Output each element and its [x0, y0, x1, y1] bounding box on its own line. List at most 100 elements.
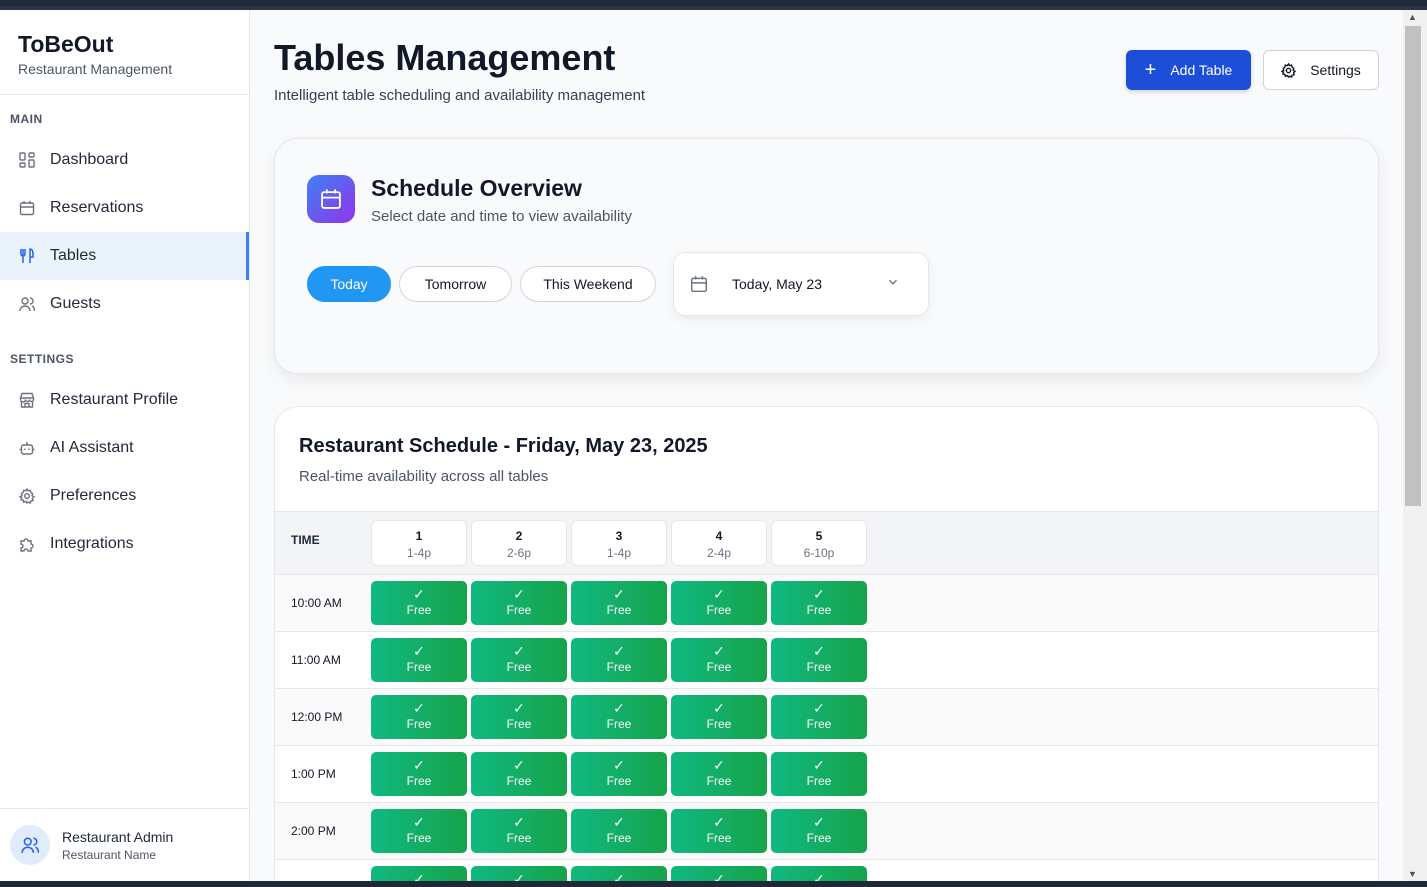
slot-status: Free	[506, 660, 532, 674]
table-number: 4	[715, 529, 723, 543]
calendar-icon	[690, 275, 708, 293]
slot-status: Free	[706, 660, 732, 674]
slot-free[interactable]: ✓Free	[371, 638, 467, 682]
slot-status: Free	[606, 774, 632, 788]
slot-free[interactable]: ✓Free	[771, 581, 867, 625]
slot-free[interactable]: ✓Free	[771, 695, 867, 739]
scrollbar[interactable]: ▲ ▼	[1403, 10, 1427, 881]
schedule-row: 2:00 PM ✓ Free ✓ Free ✓ Free ✓ Free ✓ Free	[275, 803, 1378, 860]
schedule-row: 12:00 PM ✓ Free ✓ Free ✓ Free ✓ Free ✓ Free	[275, 689, 1378, 746]
window-bottom-bar	[0, 881, 1427, 887]
slot-free[interactable]: ✓Free	[471, 638, 567, 682]
slot-status: Free	[706, 774, 732, 788]
users-icon	[21, 837, 39, 853]
scrollbar-thumb[interactable]	[1405, 26, 1421, 506]
check-icon: ✓	[713, 871, 725, 882]
slot-free[interactable]: ✓Free	[571, 695, 667, 739]
scroll-up-arrow-icon[interactable]: ▲	[1408, 12, 1417, 22]
avatar	[10, 825, 50, 865]
gear-icon	[1281, 62, 1297, 78]
window-top-bar	[0, 0, 1427, 10]
filter-tomorrow[interactable]: Tomorrow	[399, 266, 512, 302]
user-profile[interactable]: Restaurant Admin Restaurant Name	[0, 808, 249, 881]
check-icon: ✓	[413, 757, 425, 773]
slot-free[interactable]: ✓Free	[471, 695, 567, 739]
check-icon: ✓	[813, 814, 825, 830]
filter-this-weekend[interactable]: This Weekend	[520, 266, 656, 302]
check-icon: ✓	[413, 586, 425, 602]
slot-free[interactable]: ✓Free	[671, 695, 767, 739]
settings-label: Settings	[1310, 62, 1361, 78]
slot-free[interactable]: ✓Free	[771, 752, 867, 796]
slot-free[interactable]: ✓Free	[671, 581, 767, 625]
check-icon: ✓	[713, 586, 725, 602]
sidebar-item-preferences[interactable]: Preferences	[0, 472, 249, 520]
slot-free[interactable]: ✓Free	[771, 866, 867, 881]
slot-status: Free	[606, 717, 632, 731]
slot-status: Free	[806, 831, 832, 845]
schedule-overview-card: Schedule Overview Select date and time t…	[274, 138, 1379, 374]
slot-free[interactable]: ✓Free	[571, 752, 667, 796]
slot-free[interactable]: ✓Free	[571, 809, 667, 853]
sidebar-item-reservations[interactable]: Reservations	[0, 184, 249, 232]
slot-free[interactable]: ✓Free	[371, 866, 467, 881]
puzzle-icon	[18, 535, 36, 553]
table-hours: 6-10p	[803, 546, 835, 560]
slot-free[interactable]: ✓Free	[471, 581, 567, 625]
sidebar-item-guests[interactable]: Guests	[0, 280, 249, 328]
add-table-button[interactable]: + Add Table	[1126, 50, 1251, 90]
table-column-header: 1 1-4p	[371, 520, 467, 566]
check-icon: ✓	[813, 700, 825, 716]
slot-free[interactable]: ✓Free	[771, 809, 867, 853]
settings-button[interactable]: Settings	[1263, 50, 1379, 90]
slot-free[interactable]: ✓Free	[771, 638, 867, 682]
sidebar-item-dashboard[interactable]: Dashboard	[0, 136, 249, 184]
slot-free[interactable]: ✓Free	[371, 581, 467, 625]
slot-free[interactable]: ✓Free	[371, 809, 467, 853]
sidebar-item-restaurant-profile[interactable]: Restaurant Profile	[0, 376, 249, 424]
slot-status: Free	[606, 831, 632, 845]
table-column-header: 4 2-4p	[671, 520, 767, 566]
sidebar-item-label: Guests	[50, 295, 101, 312]
table-hours: 2-4p	[706, 546, 732, 560]
schedule-row: ✓Free ✓Free ✓Free ✓Free ✓Free	[275, 860, 1378, 881]
scroll-down-arrow-icon[interactable]: ▼	[1408, 869, 1417, 879]
sidebar-item-ai-assistant[interactable]: AI Assistant	[0, 424, 249, 472]
slot-free[interactable]: ✓Free	[371, 695, 467, 739]
check-icon: ✓	[813, 586, 825, 602]
table-hours: 2-6p	[506, 546, 532, 560]
check-icon: ✓	[813, 871, 825, 882]
page-title: Tables Management	[274, 37, 616, 78]
brand-subtitle: Restaurant Management	[18, 61, 173, 77]
check-icon: ✓	[613, 814, 625, 830]
sidebar-item-integrations[interactable]: Integrations	[0, 520, 249, 568]
slot-free[interactable]: ✓Free	[471, 809, 567, 853]
date-select[interactable]: Today, May 23	[673, 252, 929, 316]
store-icon	[18, 391, 36, 409]
sidebar-item-label: Dashboard	[50, 151, 129, 168]
slot-free[interactable]: ✓Free	[671, 866, 767, 881]
slot-free[interactable]: ✓Free	[471, 866, 567, 881]
gear-icon	[18, 487, 36, 505]
schedule-row: 10:00 AM ✓ Free ✓ Free ✓ Free ✓ Free ✓ Free	[275, 575, 1378, 632]
sidebar-item-tables[interactable]: Tables	[0, 232, 249, 280]
slot-free[interactable]: ✓Free	[571, 581, 667, 625]
slot-status: Free	[606, 660, 632, 674]
slot-free[interactable]: ✓Free	[671, 809, 767, 853]
sidebar-item-label: AI Assistant	[50, 439, 134, 456]
filter-today[interactable]: Today	[307, 266, 391, 302]
slot-free[interactable]: ✓Free	[571, 866, 667, 881]
check-icon: ✓	[613, 643, 625, 659]
slot-free[interactable]: ✓Free	[671, 752, 767, 796]
slot-free[interactable]: ✓Free	[671, 638, 767, 682]
chevron-down-icon	[886, 275, 900, 289]
sidebar-item-label: Restaurant Profile	[50, 391, 179, 408]
slot-status: Free	[706, 717, 732, 731]
check-icon: ✓	[413, 871, 425, 882]
slot-free[interactable]: ✓Free	[471, 752, 567, 796]
slot-free[interactable]: ✓Free	[371, 752, 467, 796]
time-column-header: TIME	[291, 533, 320, 547]
slot-free[interactable]: ✓Free	[571, 638, 667, 682]
time-slot-label: 12:00 PM	[291, 710, 343, 724]
user-restaurant-name: Restaurant Name	[62, 847, 157, 862]
